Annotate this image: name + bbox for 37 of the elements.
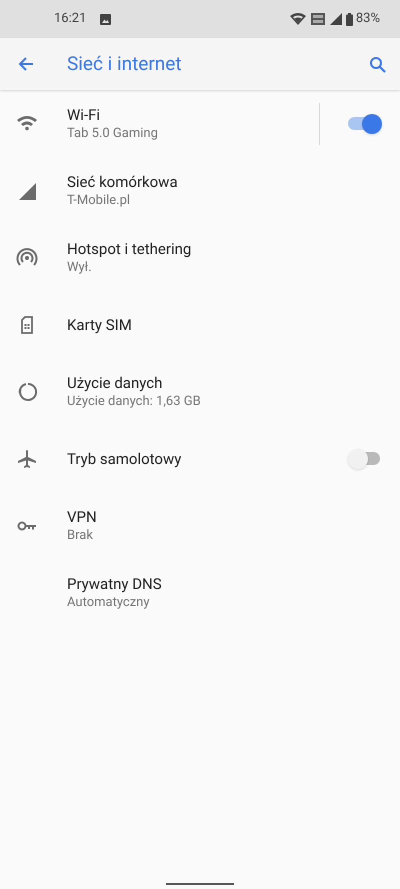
item-summary: Brak — [67, 526, 94, 544]
item-summary: Użycie danych: 1,63 GB — [67, 392, 202, 410]
toggle-switch[interactable] — [348, 114, 382, 134]
volte-icon — [310, 13, 325, 25]
item-summary: Tab 5.0 Gaming — [67, 124, 159, 142]
settings-item[interactable]: Wi-Fi Tab 5.0 Gaming — [0, 90, 400, 157]
settings-item[interactable]: Sieć komórkowa T-Mobile.pl — [0, 157, 400, 224]
back-arrow-icon[interactable] — [18, 56, 34, 72]
toggle-switch[interactable] — [348, 448, 382, 468]
settings-item[interactable]: Użycie danych Użycie danych: 1,63 GB — [0, 358, 400, 425]
hotspot-icon — [16, 246, 38, 268]
airplane-icon — [16, 448, 38, 470]
item-title: Użycie danych — [67, 372, 164, 392]
item-title: Prywatny DNS — [67, 574, 163, 594]
settings-item[interactable]: Hotspot i tethering Wył. — [0, 224, 400, 291]
item-summary: Automatyczny — [67, 594, 150, 612]
image-icon — [100, 14, 112, 24]
wifi-icon — [290, 13, 306, 25]
signal-icon — [330, 13, 342, 25]
settings-item[interactable]: Tryb samolotowy — [0, 425, 400, 492]
data-usage-icon — [16, 380, 38, 402]
item-title: Wi-Fi — [67, 104, 102, 124]
page-title: Sieć i internet — [67, 50, 182, 77]
item-title: Tryb samolotowy — [67, 448, 182, 468]
settings-item[interactable]: Karty SIM — [0, 291, 400, 358]
item-title: Karty SIM — [67, 314, 133, 334]
settings-item[interactable]: Prywatny DNS Automatyczny — [0, 559, 400, 626]
settings-item[interactable]: VPN Brak — [0, 492, 400, 559]
item-title: Hotspot i tethering — [67, 238, 192, 258]
item-title: Sieć komórkowa — [67, 172, 179, 192]
item-summary: Wył. — [67, 258, 93, 276]
item-title: VPN — [67, 506, 98, 526]
status-time: 16:21 — [54, 10, 86, 28]
battery-level: 83% — [356, 10, 380, 28]
search-icon[interactable] — [369, 56, 386, 72]
battery-icon — [346, 12, 353, 26]
item-summary: T-Mobile.pl — [67, 192, 132, 210]
